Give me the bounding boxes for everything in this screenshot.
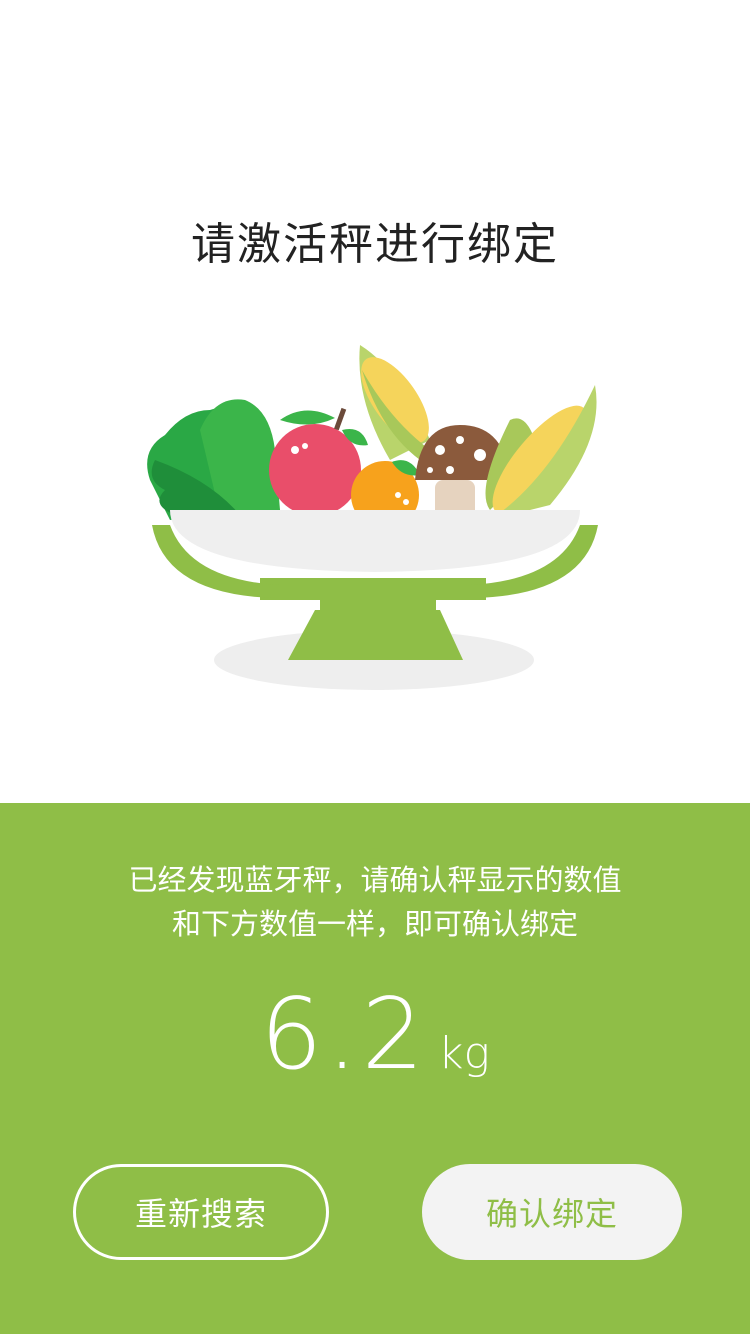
page-title: 请激活秤进行绑定 xyxy=(191,219,559,270)
corn-right xyxy=(485,385,597,520)
confirm-bind-button[interactable]: 确认绑定 xyxy=(422,1164,682,1260)
weight-unit: kg xyxy=(437,1028,490,1079)
status-line-1: 已经发现蓝牙秤，请确认秤显示的数值 xyxy=(128,863,622,897)
rescan-button[interactable]: 重新搜索 xyxy=(73,1164,329,1260)
status-line-2: 和下方数值一样，即可确认绑定 xyxy=(171,907,578,941)
scale-with-vegetables-icon xyxy=(147,345,598,690)
confirm-bind-button-label: 确认绑定 xyxy=(485,1195,618,1233)
leafy-greens xyxy=(147,399,280,520)
weight-value: 6.2 xyxy=(260,978,428,1092)
top-panel: 请激活秤进行绑定 xyxy=(0,0,750,803)
rescan-button-label: 重新搜索 xyxy=(134,1195,267,1233)
weight-reading: 6.2 kg xyxy=(0,978,750,1092)
status-message: 已经发现蓝牙秤，请确认秤显示的数值 和下方数值一样，即可确认绑定 xyxy=(0,858,750,946)
scale-foot xyxy=(288,610,463,660)
scale-bowl xyxy=(170,510,580,572)
